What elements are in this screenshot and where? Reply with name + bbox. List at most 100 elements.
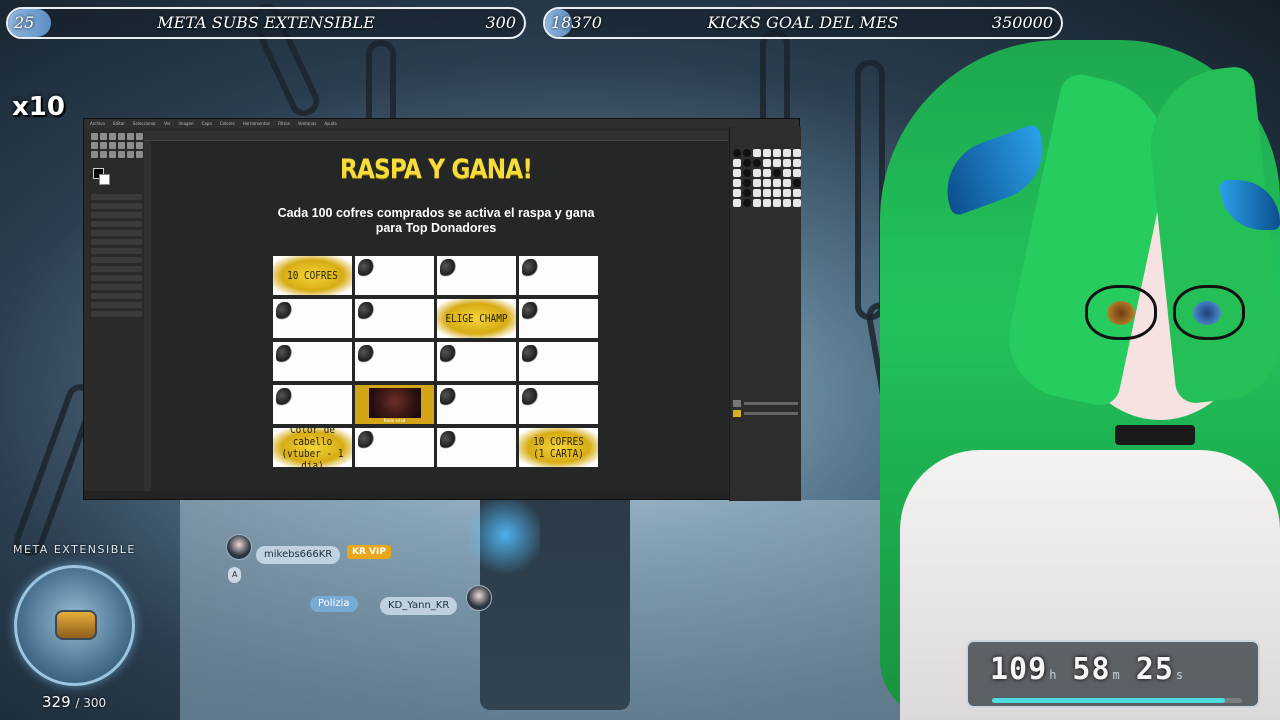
brush-icon[interactable] bbox=[793, 169, 801, 177]
brush-icon[interactable] bbox=[733, 189, 741, 197]
menu-item[interactable]: Imagen bbox=[179, 119, 194, 128]
brush-icon[interactable] bbox=[783, 179, 791, 187]
tool-icon[interactable] bbox=[91, 133, 98, 140]
brush-icon[interactable] bbox=[763, 189, 771, 197]
gimp-toolbox[interactable] bbox=[89, 131, 144, 496]
brush-icon[interactable] bbox=[753, 199, 761, 207]
menu-item[interactable]: Seleccionar bbox=[133, 119, 156, 128]
tool-icon[interactable] bbox=[109, 142, 116, 149]
brush-icon[interactable] bbox=[763, 159, 771, 167]
background-color[interactable] bbox=[99, 174, 110, 185]
brush-icon[interactable] bbox=[783, 199, 791, 207]
gimp-menubar[interactable]: Archivo Editar Seleccionar Ver Imagen Capa Col… bbox=[84, 119, 799, 128]
brush-icon[interactable] bbox=[733, 179, 741, 187]
menu-item[interactable]: Herramientas bbox=[243, 119, 270, 128]
tool-option-row[interactable] bbox=[91, 284, 142, 290]
brush-icon[interactable] bbox=[763, 149, 771, 157]
brush-icon[interactable] bbox=[783, 159, 791, 167]
scratch-card bbox=[355, 299, 434, 338]
brush-icon[interactable] bbox=[743, 149, 751, 157]
brush-icon[interactable] bbox=[773, 199, 781, 207]
tool-option-row[interactable] bbox=[91, 275, 142, 281]
brush-icon[interactable] bbox=[793, 149, 801, 157]
brush-icon[interactable] bbox=[743, 179, 751, 187]
brush-icon[interactable] bbox=[743, 159, 751, 167]
brush-icon[interactable] bbox=[773, 189, 781, 197]
tool-icon[interactable] bbox=[136, 142, 143, 149]
brush-icon[interactable] bbox=[763, 199, 771, 207]
brush-icon[interactable] bbox=[793, 189, 801, 197]
brush-icon[interactable] bbox=[793, 159, 801, 167]
tool-option-row[interactable] bbox=[91, 212, 142, 218]
brush-icon[interactable] bbox=[753, 149, 761, 157]
tool-icon[interactable] bbox=[109, 133, 116, 140]
brush-icon[interactable] bbox=[743, 189, 751, 197]
tool-option-row[interactable] bbox=[91, 293, 142, 299]
tool-grid[interactable] bbox=[89, 131, 144, 160]
tool-icon[interactable] bbox=[127, 142, 134, 149]
brush-icon[interactable] bbox=[783, 189, 791, 197]
brush-icon[interactable] bbox=[763, 179, 771, 187]
brush-icon[interactable] bbox=[773, 149, 781, 157]
menu-item[interactable]: Ventanas bbox=[298, 119, 317, 128]
tool-option-row[interactable] bbox=[91, 257, 142, 263]
brush-icon[interactable] bbox=[773, 179, 781, 187]
color-swatches[interactable] bbox=[93, 168, 111, 186]
brush-icon[interactable] bbox=[753, 169, 761, 177]
brush-icon[interactable] bbox=[733, 149, 741, 157]
brush-icon[interactable] bbox=[753, 189, 761, 197]
tool-icon[interactable] bbox=[100, 133, 107, 140]
brush-icon[interactable] bbox=[783, 169, 791, 177]
brush-icon[interactable] bbox=[743, 169, 751, 177]
brush-icon[interactable] bbox=[753, 179, 761, 187]
tool-icon[interactable] bbox=[91, 151, 98, 158]
menu-item[interactable]: Filtros bbox=[278, 119, 290, 128]
menu-item[interactable]: Capa bbox=[202, 119, 212, 128]
tool-option-row[interactable] bbox=[91, 230, 142, 236]
tool-icon[interactable] bbox=[118, 142, 125, 149]
brush-icon[interactable] bbox=[733, 169, 741, 177]
tool-option-row[interactable] bbox=[91, 221, 142, 227]
brush-icon[interactable] bbox=[793, 199, 801, 207]
brush-icon[interactable] bbox=[743, 199, 751, 207]
paw-icon bbox=[438, 429, 458, 451]
menu-item[interactable]: Ver bbox=[164, 119, 171, 128]
tool-icon[interactable] bbox=[127, 151, 134, 158]
tool-icon[interactable] bbox=[127, 133, 134, 140]
tool-option-row[interactable] bbox=[91, 239, 142, 245]
tool-option-row[interactable] bbox=[91, 266, 142, 272]
layer-row[interactable] bbox=[733, 410, 798, 417]
menu-item[interactable]: Colores bbox=[220, 119, 235, 128]
tool-icon[interactable] bbox=[118, 133, 125, 140]
menu-item[interactable]: Archivo bbox=[90, 119, 105, 128]
brush-icon[interactable] bbox=[733, 199, 741, 207]
brush-icon[interactable] bbox=[773, 169, 781, 177]
tool-icon[interactable] bbox=[100, 151, 107, 158]
layer-row[interactable] bbox=[733, 400, 798, 407]
scratch-card bbox=[437, 256, 516, 295]
tool-icon[interactable] bbox=[100, 142, 107, 149]
tool-icon[interactable] bbox=[136, 151, 143, 158]
tool-options-panel[interactable] bbox=[91, 194, 142, 317]
tool-option-row[interactable] bbox=[91, 248, 142, 254]
gimp-right-dock[interactable] bbox=[729, 127, 801, 501]
brush-icon[interactable] bbox=[773, 159, 781, 167]
brush-icon[interactable] bbox=[793, 179, 801, 187]
tool-icon[interactable] bbox=[91, 142, 98, 149]
glasses bbox=[1085, 285, 1245, 340]
brush-icon[interactable] bbox=[783, 149, 791, 157]
brushes-panel[interactable] bbox=[730, 127, 801, 207]
menu-item[interactable]: Ayuda bbox=[324, 119, 336, 128]
tool-option-row[interactable] bbox=[91, 203, 142, 209]
tool-option-row[interactable] bbox=[91, 311, 142, 317]
tool-option-row[interactable] bbox=[91, 194, 142, 200]
tool-icon[interactable] bbox=[109, 151, 116, 158]
tool-icon[interactable] bbox=[136, 133, 143, 140]
tool-icon[interactable] bbox=[118, 151, 125, 158]
tool-option-row[interactable] bbox=[91, 302, 142, 308]
layers-panel[interactable] bbox=[730, 397, 801, 420]
brush-icon[interactable] bbox=[733, 159, 741, 167]
brush-icon[interactable] bbox=[753, 159, 761, 167]
brush-icon[interactable] bbox=[763, 169, 771, 177]
menu-item[interactable]: Editar bbox=[113, 119, 125, 128]
